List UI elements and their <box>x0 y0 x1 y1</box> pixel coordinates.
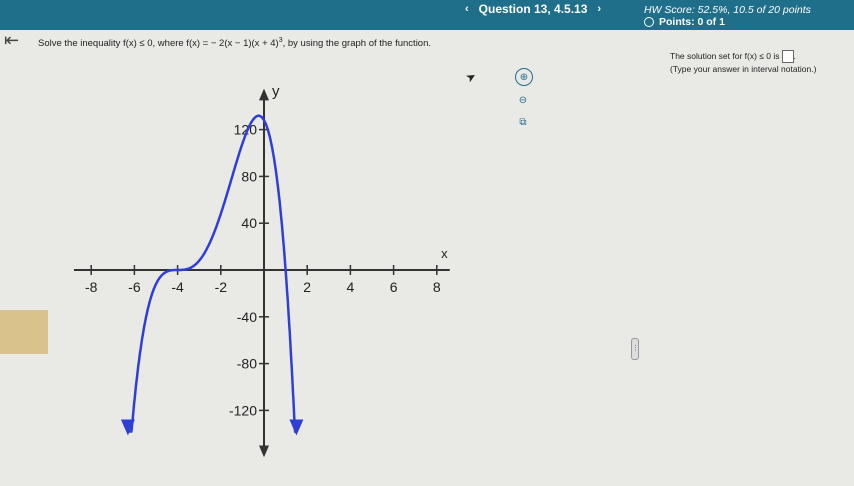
y-axis-label: y <box>272 83 280 100</box>
x-tick-label: -8 <box>85 279 98 295</box>
y-tick-label: -80 <box>237 356 257 372</box>
next-question-button[interactable]: › <box>597 3 601 15</box>
x-tick-label: -6 <box>128 279 141 295</box>
x-tick-label: -4 <box>171 279 184 295</box>
y-axis-arrow-up <box>259 88 269 101</box>
hw-score: HW Score: 52.5%, 10.5 of 20 points <box>644 4 811 16</box>
points-label: Points: 0 of 1 <box>659 16 725 28</box>
x-tick-label: 4 <box>347 279 355 295</box>
points-row: Points: 0 of 1 <box>644 16 811 28</box>
x-tick-label: 8 <box>433 279 441 295</box>
zoom-out-icon[interactable]: ⊖ <box>515 92 531 108</box>
x-tick-label: 6 <box>390 279 398 295</box>
answer-input[interactable] <box>781 50 794 64</box>
answer-instructions: (Type your answer in interval notation.) <box>670 64 817 75</box>
x-tick-label: -2 <box>215 279 228 295</box>
graph-tools: ⊕ ⊖ ⧉ <box>515 68 533 130</box>
y-tick-label: -120 <box>229 402 257 418</box>
question-nav: ‹ Question 13, 4.5.13 › <box>455 0 611 18</box>
zoom-in-icon[interactable]: ⊕ <box>515 68 533 86</box>
y-tick-label: 80 <box>241 168 257 184</box>
points-circle-icon <box>644 17 654 27</box>
question-label: Question 13, 4.5.13 <box>478 2 588 16</box>
y-tick-label: -40 <box>237 309 257 325</box>
x-tick-label: 2 <box>303 279 311 295</box>
top-bar: ‹ Question 13, 4.5.13 › HW Score: 52.5%,… <box>0 0 854 30</box>
y-tick-label: 40 <box>241 215 257 231</box>
function-curve <box>127 114 297 433</box>
answer-panel: The solution set for f(x) ≤ 0 is. (Type … <box>670 50 816 75</box>
x-axis-label: x <box>441 246 448 261</box>
curve-right-arrow <box>289 419 304 436</box>
hw-score-panel: HW Score: 52.5%, 10.5 of 20 points Point… <box>644 4 811 28</box>
function-graph: yx-8 -6 -4 -2 2 4 6 8-120-80-404080120 <box>73 83 450 458</box>
answer-prompt-row: The solution set for f(x) ≤ 0 is. <box>670 50 816 64</box>
popout-icon[interactable]: ⧉ <box>515 114 531 130</box>
y-axis-arrow-down <box>259 445 269 458</box>
prev-question-button[interactable]: ‹ <box>465 3 469 15</box>
panel-divider-handle[interactable]: ⋮ <box>631 338 639 360</box>
answer-prompt: The solution set for f(x) ≤ 0 is <box>670 51 780 61</box>
